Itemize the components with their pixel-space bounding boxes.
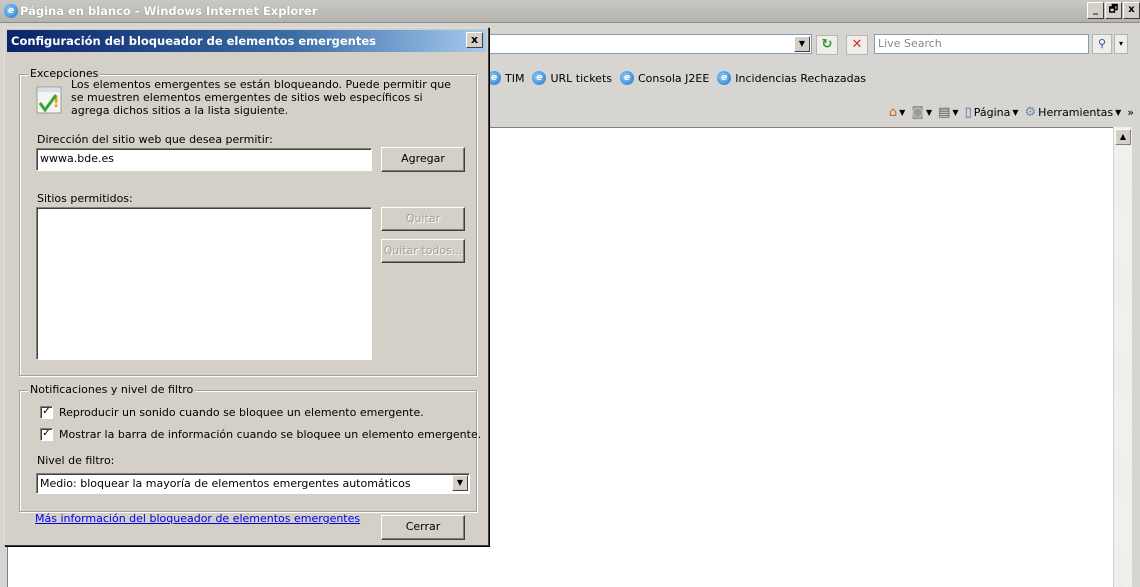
page-icon: ▯ — [964, 104, 972, 120]
rss-icon: ◙ — [911, 104, 924, 120]
favorite-url-tickets[interactable]: e URL tickets — [532, 71, 612, 85]
ie-page-icon: e — [487, 71, 501, 85]
more-commands-button[interactable]: » — [1127, 106, 1134, 119]
scroll-up-icon[interactable]: ▲ — [1115, 129, 1131, 145]
more-info-link[interactable]: Más información del bloqueador de elemen… — [35, 512, 360, 525]
sound-option[interactable]: ✓ Reproducir un sonido cuando se bloquee… — [40, 406, 424, 419]
dialog-title-bar: Configuración del bloqueador de elemento… — [7, 30, 486, 52]
home-icon: ⌂ — [888, 104, 898, 120]
feeds-button[interactable]: ◙ ▼ — [911, 105, 932, 120]
favorites-bar: e TIM e URL tickets e Consola J2EE e Inciden… — [487, 67, 866, 89]
warning-check-icon: ! — [36, 86, 62, 114]
tools-menu[interactable]: ⚙ Herramientas ▼ — [1025, 105, 1122, 120]
remove-button[interactable]: Quitar — [381, 207, 465, 231]
internet-explorer-icon: e — [4, 4, 18, 18]
command-bar: ⌂ ▼ ◙ ▼ ▤ ▼ ▯ Página ▼ ⚙ Herramientas ▼ » — [889, 101, 1134, 123]
address-bar[interactable] — [487, 34, 812, 54]
infobar-checkbox[interactable]: ✓ — [40, 428, 53, 441]
website-address-input[interactable]: wwwa.bde.es — [36, 148, 372, 171]
popup-blocker-dialog: Configuración del bloqueador de elemento… — [4, 27, 489, 546]
print-icon: ▤ — [938, 104, 951, 120]
filter-level-value: Medio: bloquear la mayoría de elementos … — [40, 477, 411, 490]
minimize-button[interactable]: _ — [1087, 2, 1104, 19]
close-button[interactable]: Cerrar — [381, 515, 465, 540]
notifications-legend: Notificaciones y nivel de filtro — [28, 383, 196, 396]
favorite-consola-j2ee[interactable]: e Consola J2EE — [620, 71, 709, 85]
dialog-title: Configuración del bloqueador de elemento… — [11, 34, 376, 48]
close-window-button[interactable]: x — [1123, 2, 1140, 19]
address-label: Dirección del sitio web que desea permit… — [37, 133, 273, 146]
search-options-icon[interactable]: ▾ — [1114, 34, 1128, 54]
sound-checkbox-label: Reproducir un sonido cuando se bloquee u… — [59, 406, 424, 419]
filter-level-label: Nivel de filtro: — [37, 454, 115, 467]
add-button[interactable]: Agregar — [381, 147, 465, 172]
print-button[interactable]: ▤ ▼ — [938, 105, 958, 120]
allowed-sites-label: Sitios permitidos: — [37, 192, 133, 205]
remove-all-button[interactable]: Quitar todos... — [381, 239, 465, 263]
favorite-incidencias[interactable]: e Incidencias Rechazadas — [717, 71, 866, 85]
filter-level-select[interactable]: Medio: bloquear la mayoría de elementos … — [36, 473, 470, 494]
address-dropdown-icon[interactable]: ▼ — [794, 36, 810, 52]
stop-icon[interactable]: ✕ — [846, 35, 868, 55]
dialog-close-button[interactable]: x — [466, 32, 483, 48]
ie-window-title: Página en blanco - Windows Internet Expl… — [20, 4, 318, 18]
refresh-icon[interactable]: ↻ — [816, 35, 838, 55]
favorite-tim[interactable]: e TIM — [487, 71, 524, 85]
allowed-sites-list[interactable] — [36, 207, 372, 360]
vertical-scrollbar[interactable]: ▲ — [1113, 127, 1132, 587]
filter-dropdown-icon[interactable]: ▼ — [452, 475, 468, 491]
gear-icon: ⚙ — [1024, 104, 1037, 120]
page-menu[interactable]: ▯ Página ▼ — [965, 105, 1019, 120]
home-button[interactable]: ⌂ ▼ — [889, 105, 905, 120]
restore-button[interactable]: 🗗 — [1105, 2, 1122, 19]
ie-title-bar: e Página en blanco - Windows Internet Ex… — [0, 0, 1140, 23]
infobar-option[interactable]: ✓ Mostrar la barra de información cuando… — [40, 428, 481, 441]
sound-checkbox[interactable]: ✓ — [40, 406, 53, 419]
infobar-checkbox-label: Mostrar la barra de información cuando s… — [59, 428, 482, 441]
exceptions-info-text: Los elementos emergentes se están bloque… — [71, 78, 451, 117]
ie-page-icon: e — [717, 71, 732, 85]
search-icon[interactable]: ⚲ — [1092, 34, 1112, 54]
ie-page-icon: e — [532, 71, 547, 85]
search-input[interactable]: Live Search — [874, 34, 1089, 54]
ie-page-icon: e — [620, 71, 634, 85]
